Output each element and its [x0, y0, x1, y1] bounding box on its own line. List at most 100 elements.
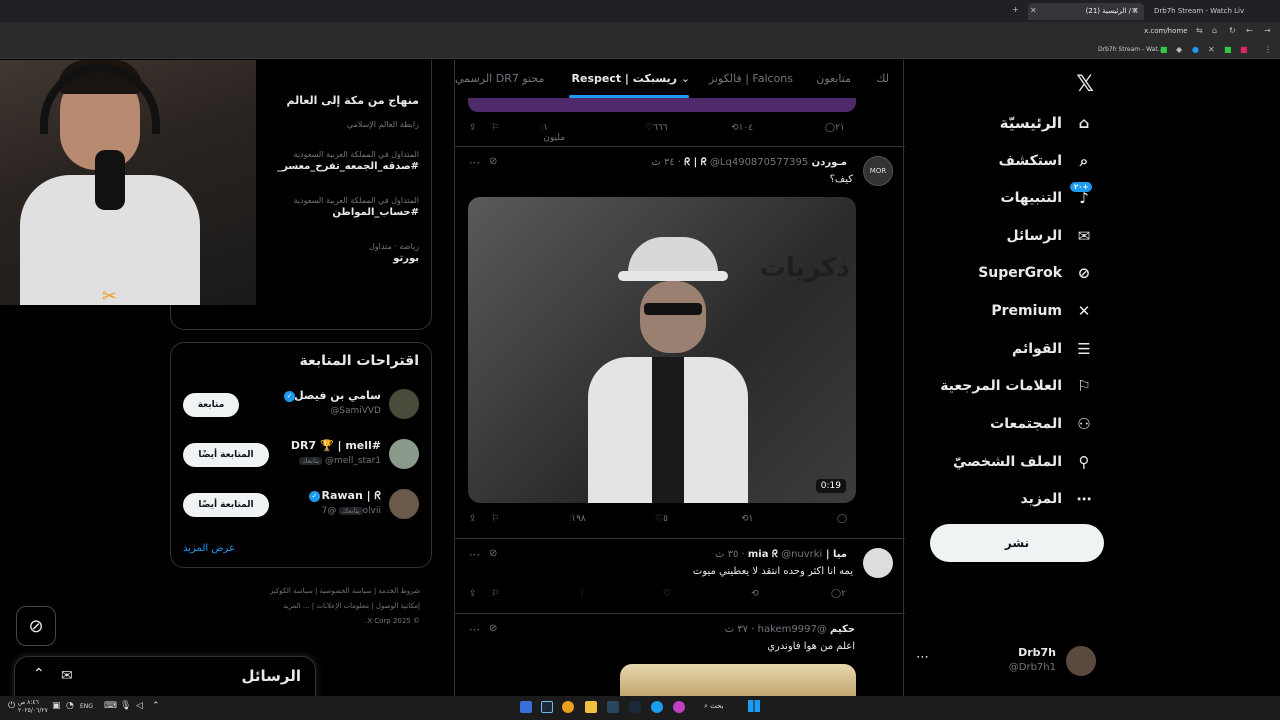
- suggestion-name[interactable]: سامي بن فيصل: [294, 389, 381, 402]
- footer-link[interactable]: شروط الخدمة: [378, 587, 420, 595]
- reply-button[interactable]: ◯: [837, 514, 847, 524]
- extension-icon[interactable]: ■: [1240, 45, 1248, 54]
- bookmark-icon[interactable]: ⚐: [491, 514, 499, 524]
- views-count[interactable]: ⫶ ١٩٨: [569, 514, 586, 524]
- settings-icon[interactable]: ⇆: [1196, 26, 1203, 35]
- trend-item[interactable]: رابطة العالم الإسلامي: [347, 120, 419, 129]
- tab-dr7[interactable]: الرسمي DR7 محتو: [455, 72, 547, 85]
- tweet-author[interactable]: حكيم: [830, 624, 855, 635]
- extension-icon[interactable]: ◆: [1176, 45, 1182, 54]
- footer-link[interactable]: سياسة الكوكيز: [270, 587, 313, 595]
- like-button[interactable]: ♡: [663, 589, 671, 599]
- nav-item-bookmarks[interactable]: ⚐ العلامات المرجعية: [940, 372, 1094, 400]
- follow-back-button[interactable]: المتابعة أيضًا: [183, 493, 269, 517]
- nav-item-more[interactable]: ⋯ المزيد: [1021, 485, 1095, 513]
- more-icon[interactable]: ⋯: [469, 548, 480, 561]
- tab-falcons[interactable]: فالكونز | Falcons: [709, 72, 793, 85]
- reply-button[interactable]: ◯ ٢١: [825, 123, 845, 133]
- avatar[interactable]: [863, 548, 893, 578]
- nav-item-lists[interactable]: ☰ القوائم: [1012, 335, 1094, 363]
- tab-following[interactable]: متابعون: [816, 72, 851, 85]
- repost-button[interactable]: ⟲: [751, 589, 759, 599]
- steam-icon[interactable]: [607, 701, 619, 713]
- suggestion-name[interactable]: #DR7 🏆 | mell: [291, 439, 381, 452]
- keyboard-icon[interactable]: ⌨: [104, 701, 117, 711]
- suggestion-name[interactable]: Rawan | ᖇ: [322, 489, 382, 503]
- extension-icon[interactable]: ⋮: [1264, 45, 1272, 54]
- tab-drb7h-stream[interactable]: Drb7h Stream - Watch Live on: [1148, 3, 1244, 20]
- repost-button[interactable]: ⟲ ١: [741, 514, 753, 524]
- windows-start-icon[interactable]: [748, 700, 760, 712]
- tweet-handle[interactable]: @hakem9997: [758, 624, 827, 635]
- avatar[interactable]: [389, 489, 419, 519]
- footer-link[interactable]: سياسة الخصوصية: [320, 587, 372, 595]
- chrome-icon[interactable]: [562, 701, 574, 713]
- steam-icon[interactable]: [541, 701, 553, 713]
- share-icon[interactable]: ⇪: [469, 123, 477, 133]
- tweet-handle[interactable]: @nuvrki: [781, 549, 822, 560]
- tab-x-home[interactable]: (21) الرئيسية / X: [1028, 3, 1144, 20]
- nav-item-premium[interactable]: ✕ Premium: [991, 297, 1094, 325]
- tweet-handle[interactable]: @Lq490870577395: [710, 157, 808, 168]
- microphone-icon[interactable]: 🎙: [120, 701, 131, 711]
- wifi-icon[interactable]: ◔: [66, 701, 74, 711]
- like-button[interactable]: ♡ ٥: [655, 514, 668, 524]
- more-icon[interactable]: ⋯: [469, 156, 480, 169]
- extension-icon[interactable]: ■: [1224, 45, 1232, 54]
- x-logo-icon[interactable]: 𝕏: [1076, 72, 1094, 97]
- repost-button[interactable]: ⟲ ١٠٤: [731, 123, 753, 133]
- reload-icon[interactable]: ↻: [1229, 26, 1236, 35]
- more-icon[interactable]: ⋯: [469, 623, 480, 636]
- reply-button[interactable]: ◯ ٢: [831, 589, 846, 599]
- follow-back-button[interactable]: المتابعة أيضًا: [183, 443, 269, 467]
- follow-button[interactable]: متابعة: [183, 393, 239, 417]
- new-tab-icon[interactable]: +: [1012, 5, 1019, 14]
- tweet-media[interactable]: [468, 98, 856, 112]
- trend-item[interactable]: المتداول في المملكة العربية السعودية #صد…: [277, 150, 419, 172]
- post-button[interactable]: نشر: [930, 524, 1104, 562]
- bookmark-icon[interactable]: ⚐: [491, 589, 499, 599]
- bookmark-icon[interactable]: ⚐: [491, 123, 499, 133]
- grok-icon[interactable]: ⊘: [489, 548, 497, 559]
- url-field[interactable]: x.com/home: [1144, 27, 1188, 35]
- volume-icon[interactable]: ◁: [136, 701, 143, 711]
- nav-item-profile[interactable]: ⚲ الملف الشخصيّ: [953, 448, 1094, 476]
- extension-icon[interactable]: ✕: [1208, 45, 1215, 54]
- expand-icon[interactable]: ⌃: [33, 666, 45, 682]
- tweet-time[interactable]: ٣٥ ث: [715, 549, 738, 560]
- nav-item-explore[interactable]: ⌕ استكشف: [999, 147, 1094, 175]
- extension-icon[interactable]: ■: [1160, 45, 1168, 54]
- grok-button[interactable]: ⊘: [16, 606, 56, 646]
- avatar[interactable]: [389, 389, 419, 419]
- search-box[interactable]: ⌕ بحث: [704, 702, 724, 711]
- tab-for-you[interactable]: لك: [876, 72, 889, 85]
- footer-link[interactable]: ... المزيد: [283, 602, 310, 610]
- grok-icon[interactable]: ⊘: [489, 156, 497, 167]
- trend-item[interactable]: المتداول في المملكة العربية السعودية #حس…: [294, 196, 419, 218]
- app-icon[interactable]: [673, 701, 685, 713]
- tab-respect[interactable]: Respect | ريسبكت: [572, 72, 677, 85]
- trend-item[interactable]: رياضة · متداول بورتو: [369, 242, 419, 264]
- views-count[interactable]: ⫶: [581, 589, 583, 599]
- power-icon[interactable]: ⏻: [8, 701, 15, 711]
- tweet-time[interactable]: ٣٧ ث: [725, 624, 748, 635]
- home-icon[interactable]: ⌂: [1212, 26, 1217, 35]
- close-icon[interactable]: ✕: [1030, 6, 1037, 15]
- edge-icon[interactable]: [651, 701, 663, 713]
- avatar[interactable]: MOR: [863, 156, 893, 186]
- account-switcher[interactable]: Drb7h @Drb7h1 ⋯: [916, 644, 1096, 678]
- nav-item-notifications[interactable]: ♪ ٢٠+ التنبيهات: [1001, 182, 1094, 212]
- tweet-video[interactable]: ذكريات 0:19: [468, 197, 856, 503]
- avatar[interactable]: [389, 439, 419, 469]
- nav-item-supergrok[interactable]: ⊘ SuperGrok: [978, 259, 1094, 287]
- extension-icon[interactable]: ●: [1192, 45, 1199, 54]
- like-button[interactable]: ♡ ٦٦٦: [645, 123, 668, 133]
- tweet-time[interactable]: ٣٤ ث: [651, 157, 674, 168]
- folder-icon[interactable]: [585, 701, 597, 713]
- share-icon[interactable]: ⇪: [469, 589, 477, 599]
- views-count[interactable]: ⫶ ١ مليون: [541, 123, 565, 143]
- grok-icon[interactable]: ⊘: [489, 623, 497, 634]
- notification-icon[interactable]: ▣: [52, 701, 61, 711]
- language-indicator[interactable]: ENG: [80, 703, 93, 710]
- show-more-link[interactable]: عرض المزيد: [183, 543, 235, 554]
